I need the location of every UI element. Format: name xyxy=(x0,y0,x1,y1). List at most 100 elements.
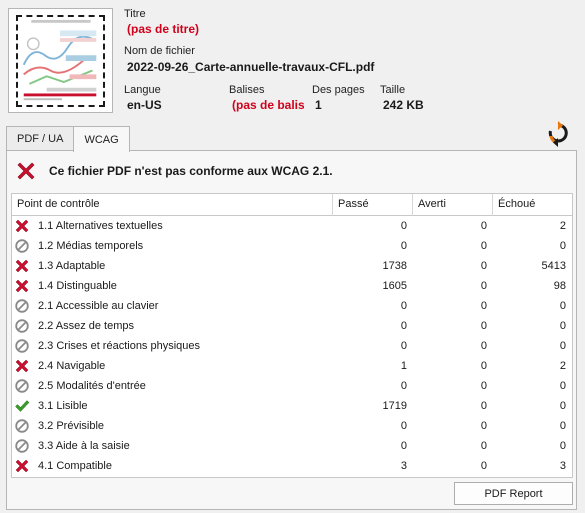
checkpoint-label: 2.2 Assez de temps xyxy=(38,320,134,332)
table-row[interactable]: 4.1 Compatible 3 0 3 xyxy=(12,456,572,476)
column-header-passed[interactable]: Passé xyxy=(333,194,413,216)
tags-label: Balises xyxy=(229,84,265,96)
checkpoint-cell: 3.1 Lisible xyxy=(12,398,333,414)
wcag-panel: Ce fichier PDF n'est pas conforme aux WC… xyxy=(6,150,577,510)
checkpoint-label: 4.1 Compatible xyxy=(38,460,112,472)
table-row[interactable]: 3.3 Aide à la saisie 0 0 0 xyxy=(12,436,572,456)
failed-count: 0 xyxy=(559,240,566,252)
table-row[interactable]: 2.4 Navigable 1 0 2 xyxy=(12,356,572,376)
tab-wcag[interactable]: WCAG xyxy=(73,126,130,152)
passed-count: 0 xyxy=(400,380,407,392)
passed-count: 3 xyxy=(400,460,407,472)
passed-count: 1719 xyxy=(382,400,407,412)
table-row[interactable]: 2.3 Crises et réactions physiques 0 0 0 xyxy=(12,336,572,356)
fail-icon xyxy=(14,358,30,374)
checkpoint-cell: 2.3 Crises et réactions physiques xyxy=(12,338,333,354)
size-value: 242 KB xyxy=(383,98,424,112)
checkpoint-cell: 2.2 Assez de temps xyxy=(12,318,333,334)
checkpoint-cell: 3.2 Prévisible xyxy=(12,418,333,434)
failed-count: 0 xyxy=(559,400,566,412)
passed-count: 0 xyxy=(400,320,407,332)
checkpoint-cell: 3.3 Aide à la saisie xyxy=(12,438,333,454)
fail-icon xyxy=(14,458,30,474)
warned-count: 0 xyxy=(480,420,487,432)
filename-label: Nom de fichier xyxy=(124,45,195,57)
not-applicable-icon xyxy=(14,438,30,454)
column-header-checkpoint[interactable]: Point de contrôle xyxy=(12,194,333,216)
fail-icon xyxy=(17,162,35,180)
failed-count: 0 xyxy=(559,340,566,352)
table-row[interactable]: 1.4 Distinguable 1605 0 98 xyxy=(12,276,572,296)
table-row[interactable]: 2.5 Modalités d'entrée 0 0 0 xyxy=(12,376,572,396)
failed-count: 0 xyxy=(559,440,566,452)
table-row[interactable]: 1.2 Médias temporels 0 0 0 xyxy=(12,236,572,256)
checkpoint-cell: 2.5 Modalités d'entrée xyxy=(12,378,333,394)
warned-count: 0 xyxy=(480,340,487,352)
failed-count: 2 xyxy=(559,360,566,372)
column-header-warned[interactable]: Averti xyxy=(413,194,493,216)
not-applicable-icon xyxy=(14,378,30,394)
warned-count: 0 xyxy=(480,300,487,312)
checkpoint-label: 1.4 Distinguable xyxy=(38,280,117,292)
checkpoint-label: 3.3 Aide à la saisie xyxy=(38,440,130,452)
table-body: 1.1 Alternatives textuelles 0 0 2 1.2 Médias… xyxy=(12,216,572,476)
table-row[interactable]: 1.1 Alternatives textuelles 0 0 2 xyxy=(12,216,572,236)
pass-icon xyxy=(14,398,30,414)
pdf-report-button[interactable]: PDF Report xyxy=(454,482,573,505)
checkpoint-label: 3.1 Lisible xyxy=(38,400,88,412)
checkpoint-cell: 2.1 Accessible au clavier xyxy=(12,298,333,314)
passed-count: 0 xyxy=(400,420,407,432)
checkpoint-cell: 4.1 Compatible xyxy=(12,458,333,474)
passed-count: 0 xyxy=(400,220,407,232)
language-value: en-US xyxy=(127,98,162,112)
title-label: Titre xyxy=(124,8,146,20)
checkpoint-label: 2.3 Crises et réactions physiques xyxy=(38,340,201,352)
checkpoint-cell: 1.4 Distinguable xyxy=(12,278,333,294)
thumbnail-preview xyxy=(16,15,105,107)
tab-pdf-ua[interactable]: PDF / UA xyxy=(6,126,75,151)
failed-count: 3 xyxy=(559,460,566,472)
pages-label: Des pages xyxy=(312,84,365,96)
checkpoint-label: 1.2 Médias temporels xyxy=(38,240,144,252)
column-header-failed[interactable]: Échoué xyxy=(493,194,572,216)
conformance-message: Ce fichier PDF n'est pas conforme aux WC… xyxy=(49,164,333,178)
table-header: Point de contrôle Passé Averti Échoué xyxy=(12,194,572,216)
warned-count: 0 xyxy=(480,240,487,252)
failed-count: 98 xyxy=(553,280,566,292)
warned-count: 0 xyxy=(480,360,487,372)
checkpoint-label: 2.4 Navigable xyxy=(38,360,106,372)
checkpoint-label: 2.1 Accessible au clavier xyxy=(38,300,159,312)
warned-count: 0 xyxy=(480,400,487,412)
passed-count: 0 xyxy=(400,340,407,352)
checkpoint-cell: 2.4 Navigable xyxy=(12,358,333,374)
failed-count: 5413 xyxy=(541,260,566,272)
not-applicable-icon xyxy=(14,318,30,334)
passed-count: 0 xyxy=(400,240,407,252)
warned-count: 0 xyxy=(480,380,487,392)
failed-count: 2 xyxy=(559,220,566,232)
failed-count: 0 xyxy=(559,320,566,332)
table-row[interactable]: 3.2 Prévisible 0 0 0 xyxy=(12,416,572,436)
fail-icon xyxy=(14,258,30,274)
checkpoint-label: 1.3 Adaptable xyxy=(38,260,106,272)
table-row[interactable]: 3.1 Lisible 1719 0 0 xyxy=(12,396,572,416)
title-value: (pas de titre) xyxy=(127,22,200,36)
failed-count: 0 xyxy=(559,420,566,432)
table-row[interactable]: 2.2 Assez de temps 0 0 0 xyxy=(12,316,572,336)
warned-count: 0 xyxy=(480,440,487,452)
table-row[interactable]: 1.3 Adaptable 1738 0 5413 xyxy=(12,256,572,276)
failed-count: 0 xyxy=(559,380,566,392)
checkpoint-cell: 1.1 Alternatives textuelles xyxy=(12,218,333,234)
checkpoint-cell: 1.3 Adaptable xyxy=(12,258,333,274)
passed-count: 0 xyxy=(400,300,407,312)
passed-count: 0 xyxy=(400,440,407,452)
document-thumbnail xyxy=(8,8,113,113)
fail-icon xyxy=(14,278,30,294)
table-row[interactable]: 2.1 Accessible au clavier 0 0 0 xyxy=(12,296,572,316)
tags-value: (pas de balis xyxy=(232,98,304,112)
refresh-icon[interactable] xyxy=(547,121,569,147)
warned-count: 0 xyxy=(480,280,487,292)
not-applicable-icon xyxy=(14,298,30,314)
passed-count: 1738 xyxy=(382,260,407,272)
checkpoint-table: Point de contrôle Passé Averti Échoué 1.… xyxy=(11,193,573,478)
